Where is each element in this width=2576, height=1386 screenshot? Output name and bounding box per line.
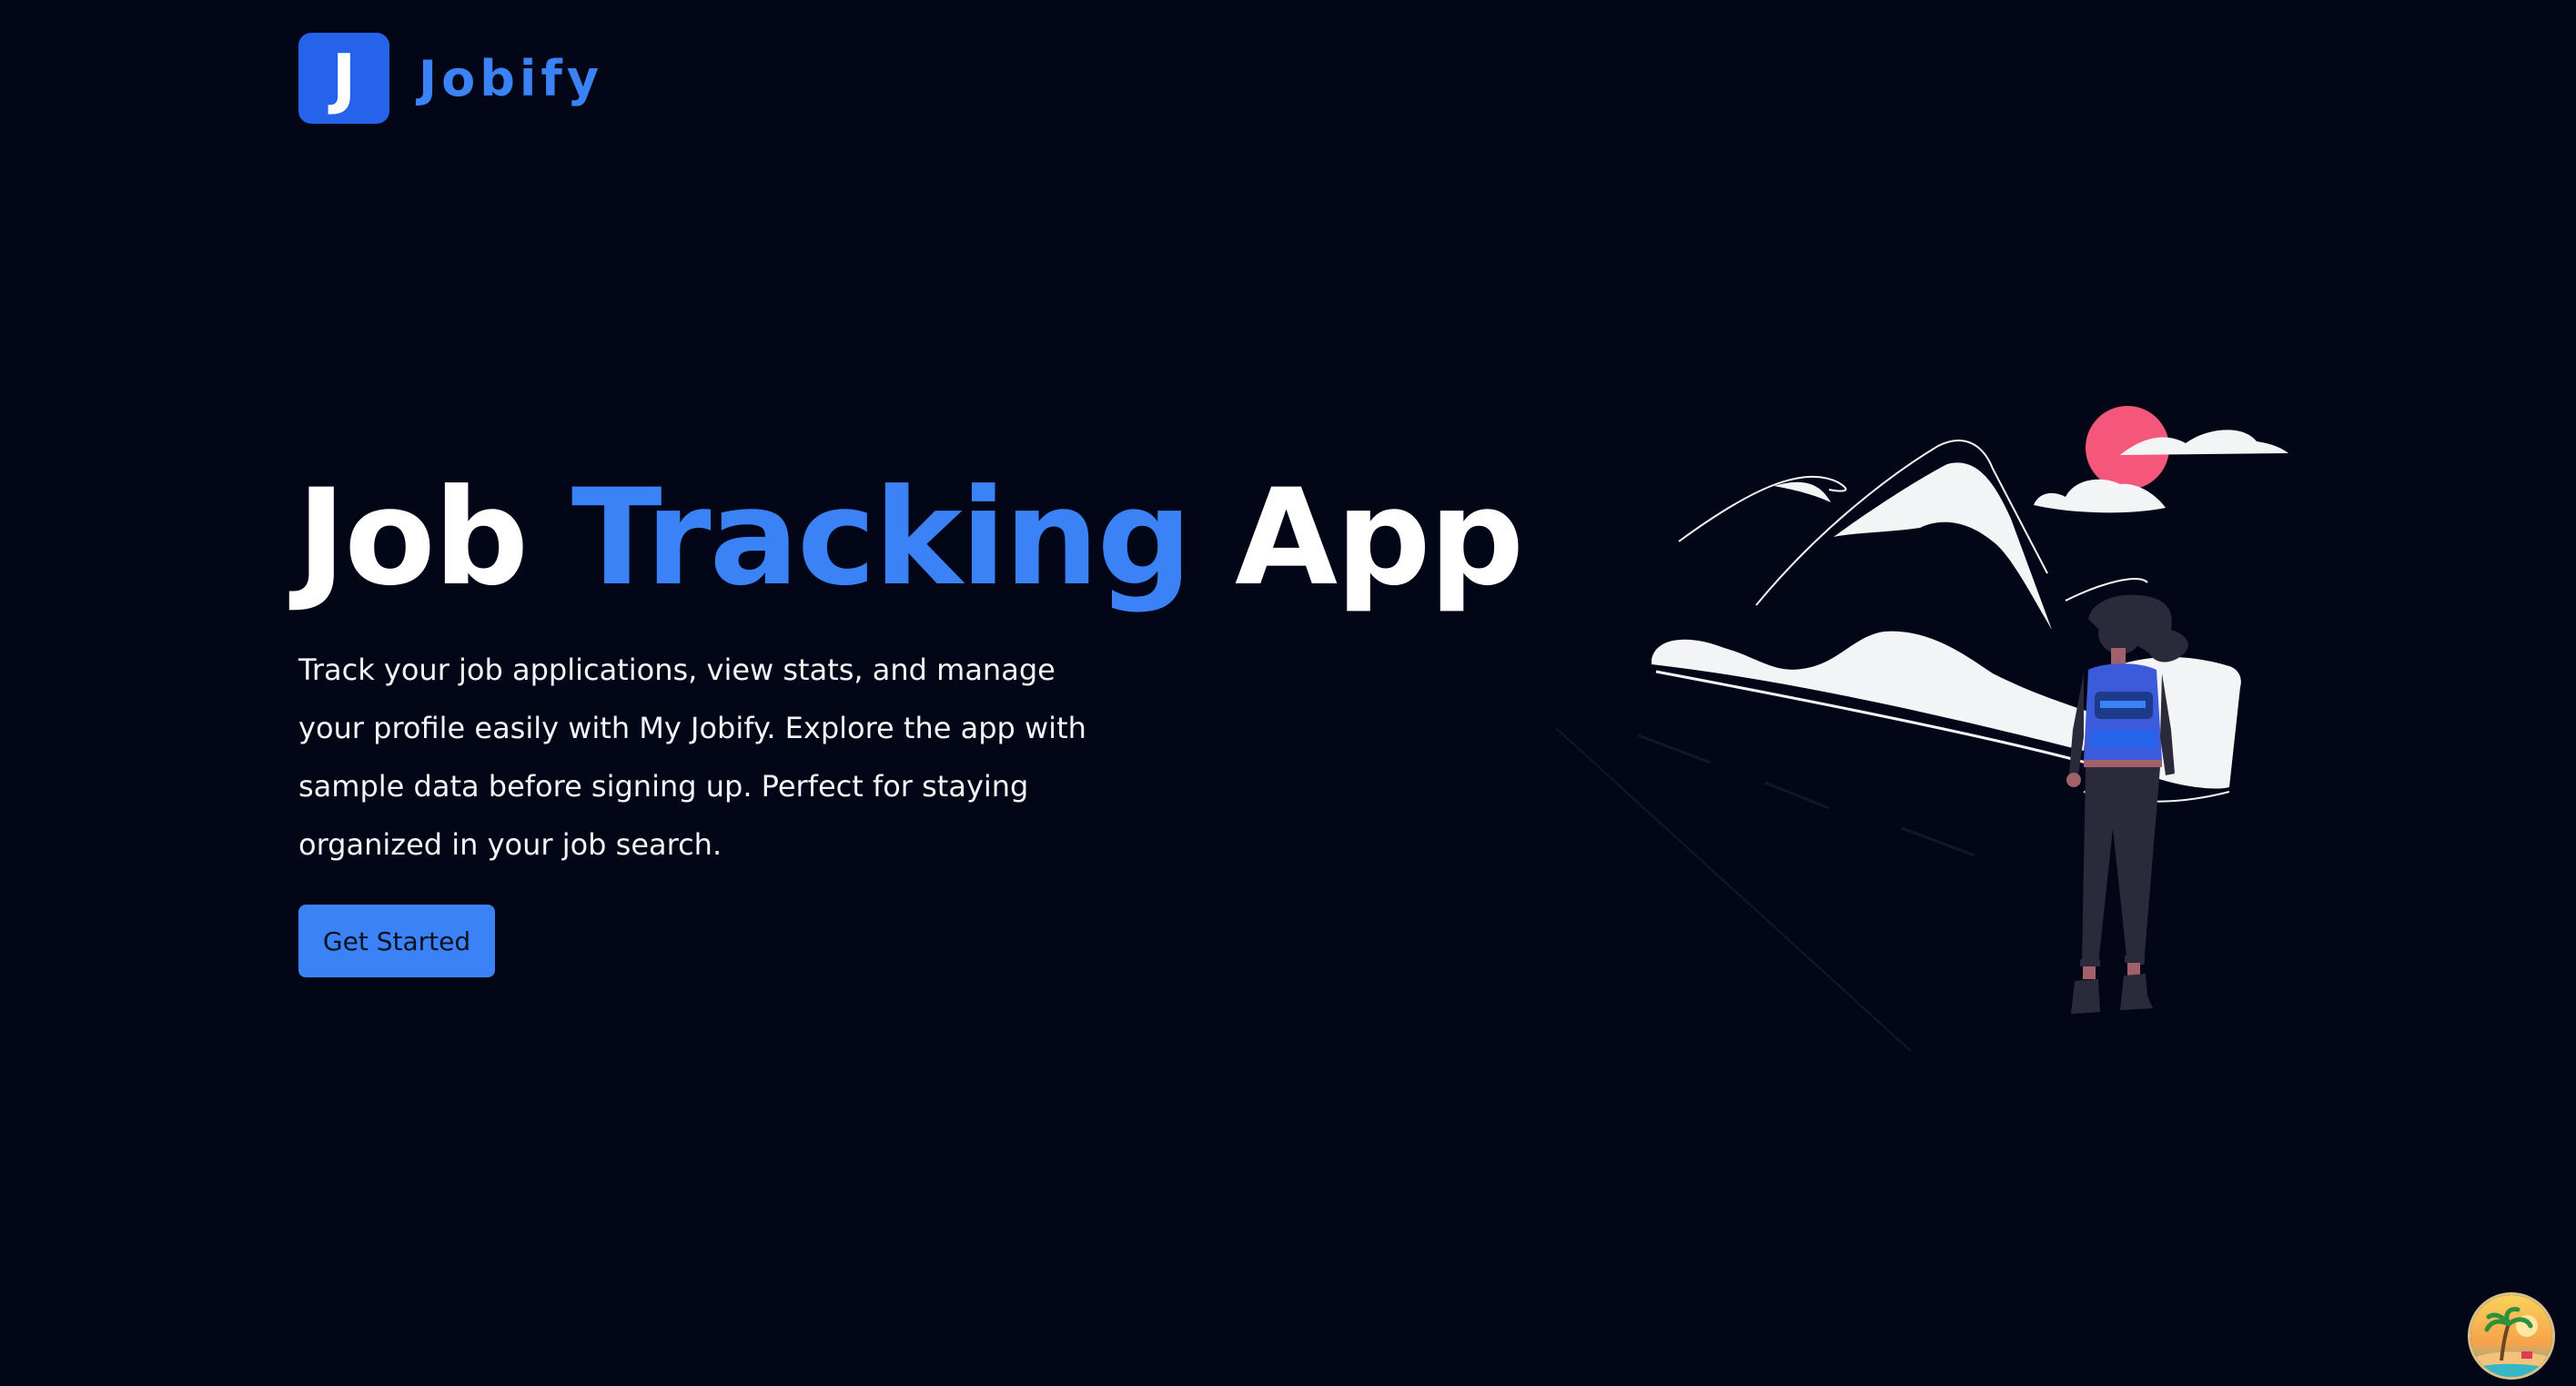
navbar: J Jobify [298, 33, 603, 124]
landing-page: J Jobify Job Tracking App Track your job… [0, 0, 2576, 1386]
get-started-button[interactable]: Get Started [298, 905, 495, 977]
brand-name[interactable]: Jobify [419, 50, 603, 107]
hero-title-accent: Tracking [571, 460, 1192, 615]
hero-title: Job Tracking App [297, 471, 1524, 604]
logo-icon[interactable]: J [298, 33, 389, 124]
hero-title-word-1: Job [297, 460, 529, 615]
logo-letter: J [331, 40, 357, 116]
hero-title-word-3: App [1235, 460, 1524, 615]
beach-palm-avatar-icon[interactable] [2468, 1292, 2555, 1380]
hero-description: Track your job applications, view stats,… [298, 653, 1086, 862]
hero-illustration [1538, 391, 2311, 1065]
woman-mountains-illustration-icon [1555, 406, 2288, 1052]
